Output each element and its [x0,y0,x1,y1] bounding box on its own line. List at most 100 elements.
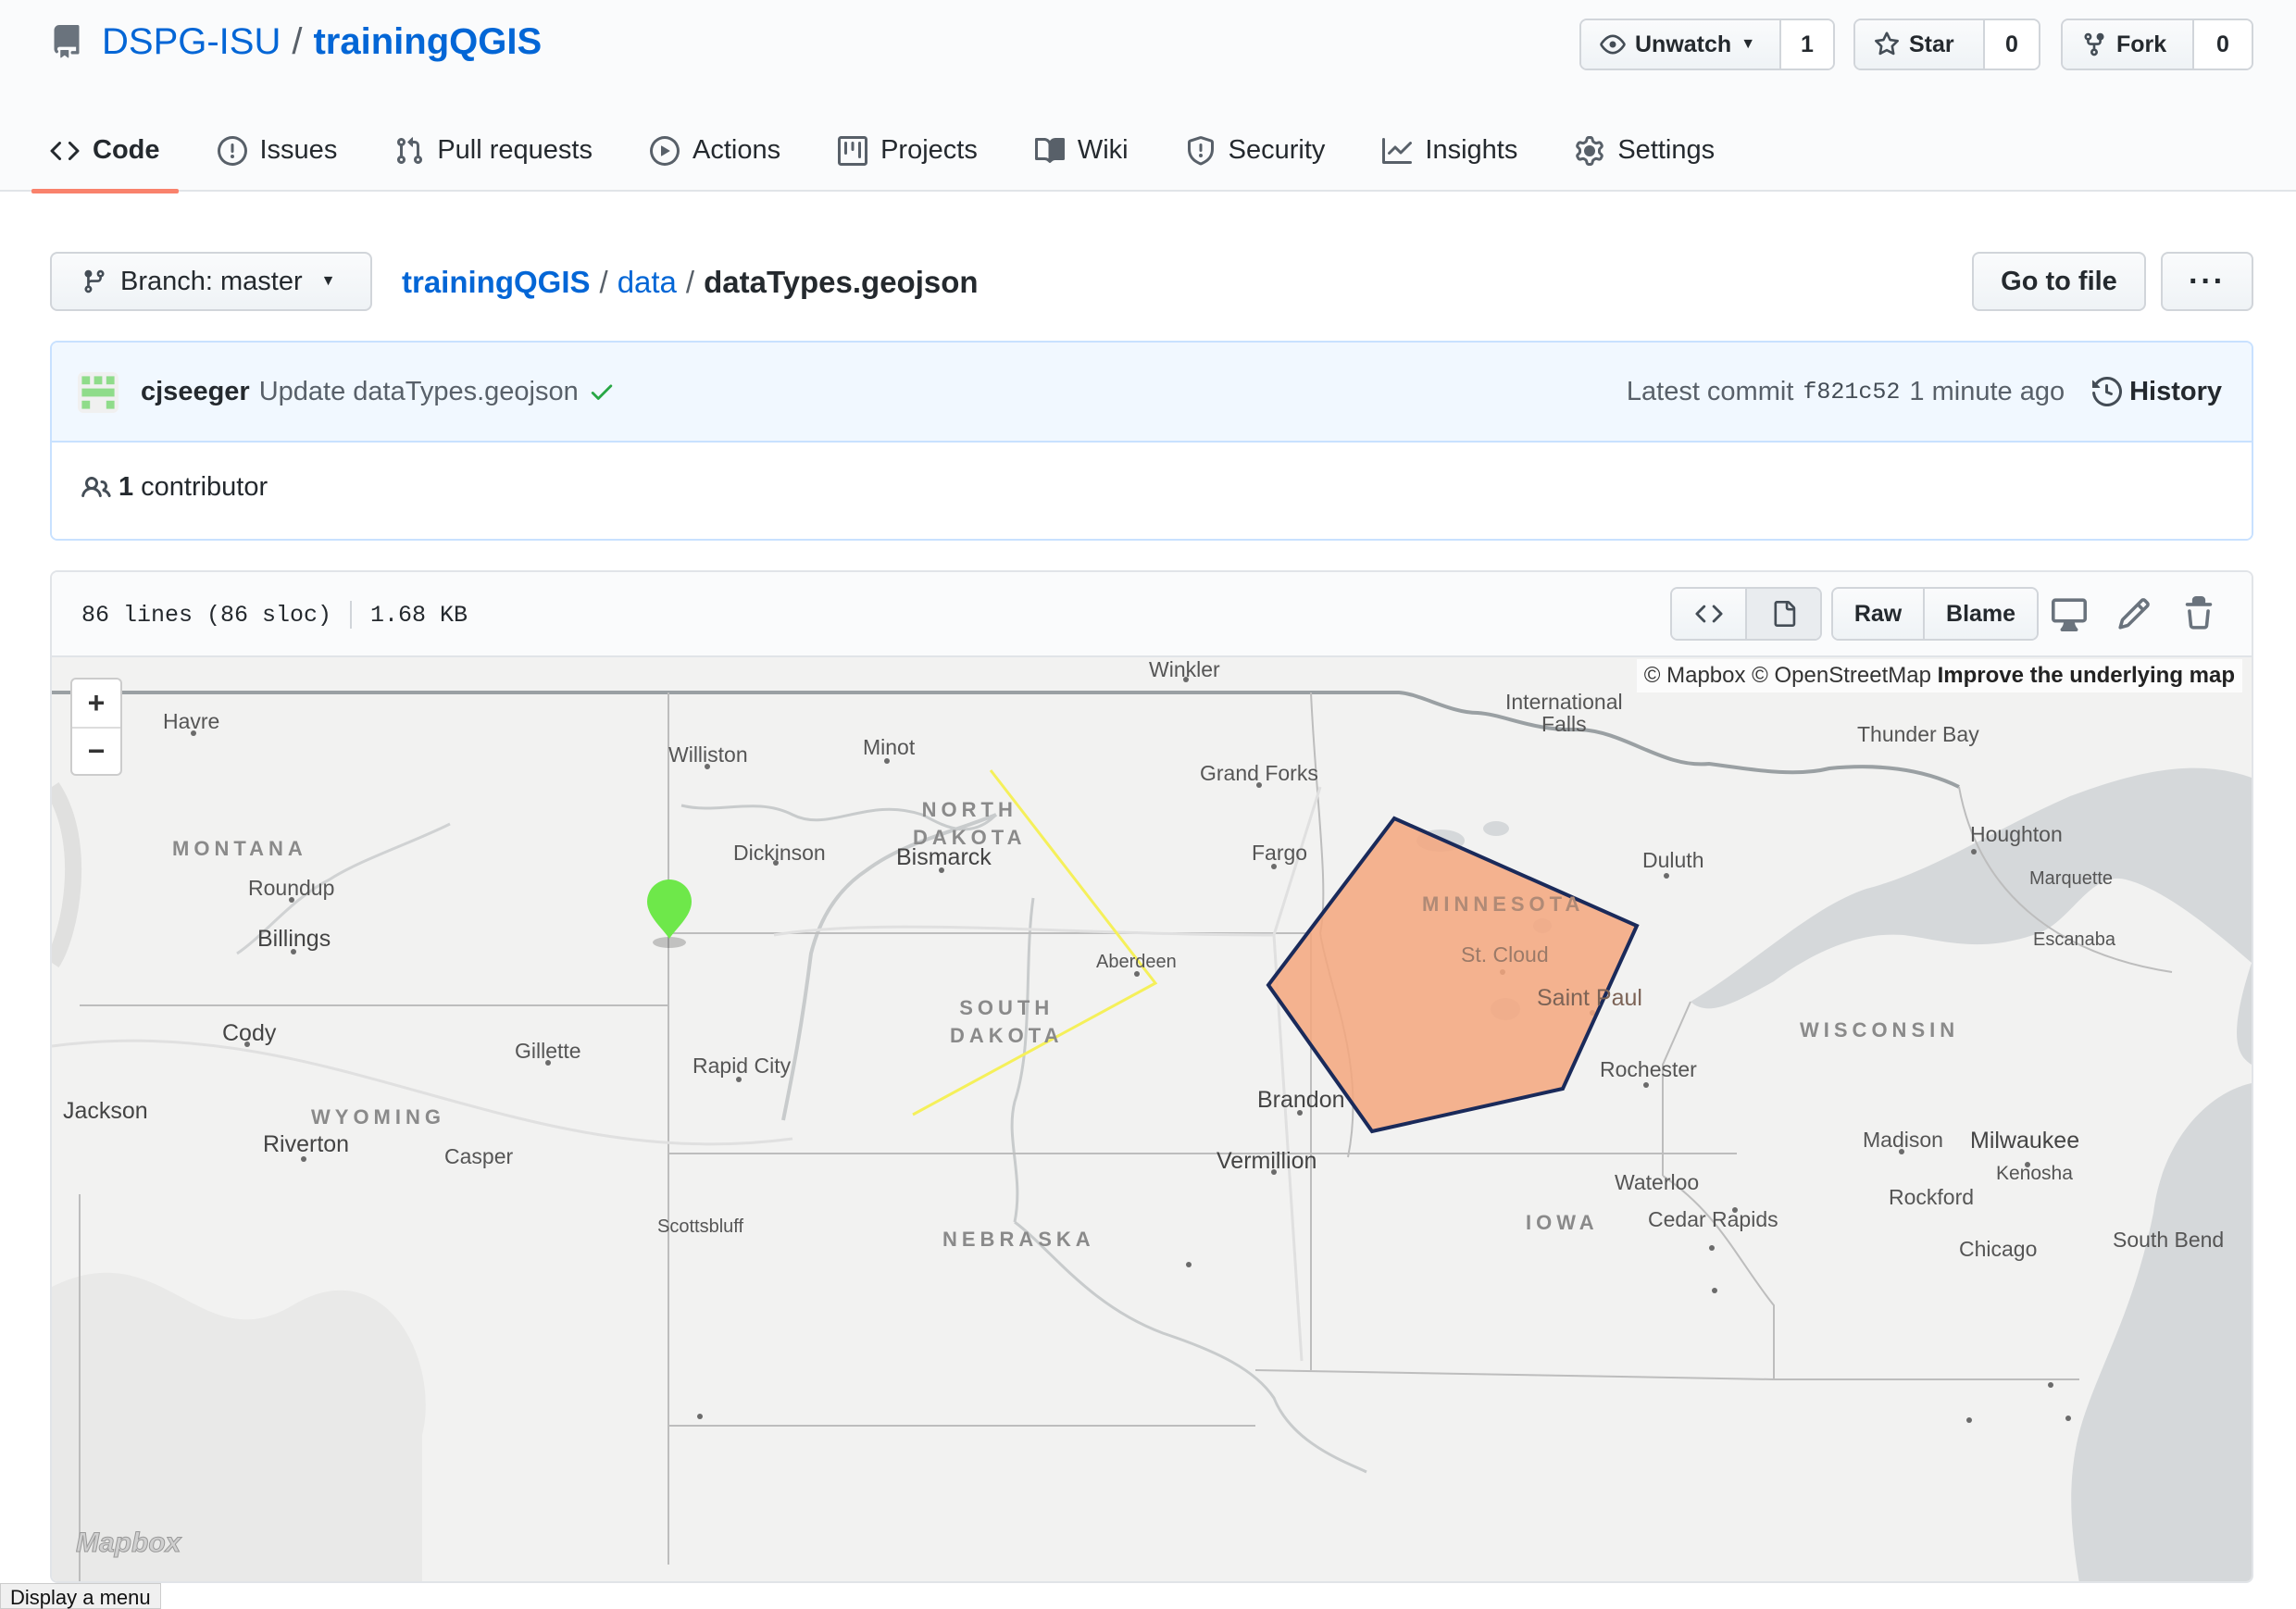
eye-icon [1600,34,1626,55]
missouri-river [1014,1220,1367,1474]
commit-sha-link[interactable]: f821c52 [1803,379,1900,405]
desktop-icon[interactable] [2052,596,2087,631]
fork-icon [2084,32,2104,56]
avatar[interactable] [78,372,119,413]
watch-control: Unwatch ▼ 1 [1579,19,1835,70]
trash-icon[interactable] [2181,596,2216,631]
zoom-in-button[interactable]: + [72,680,120,727]
gear-icon [1576,135,1604,166]
code-icon [1694,605,1723,623]
tab-wiki[interactable]: Wiki [1034,109,1129,192]
map-label-chicago: Chicago [1959,1237,2038,1261]
tab-issues-label: Issues [259,135,338,165]
repo-owner-link[interactable]: DSPG-ISU [102,21,281,63]
tab-pull-requests-label: Pull requests [437,135,593,165]
repo-nav-tabs: Code Issues Pull requests Actions Projec… [31,109,1772,193]
attribution-text[interactable]: © Mapbox © OpenStreetMap [1644,663,1931,688]
map-label-williston: Williston [668,742,748,767]
branch-icon [84,269,105,293]
map-label-roundup: Roundup [248,876,335,900]
tab-projects[interactable]: Projects [838,109,978,192]
file-header: 86 lines (86 sloc) 1.68 KB Raw Blame [52,572,2252,657]
branch-selector[interactable]: Branch: master ▼ [50,252,372,311]
map-label-waterloo: Waterloo [1615,1170,1700,1194]
commit-message-link[interactable]: Update dataTypes.geojson [259,377,579,407]
map-label-grand-forks: Grand Forks [1200,761,1318,785]
star-count[interactable]: 0 [1983,20,2039,69]
international-border [52,691,1960,789]
book-icon [1034,137,1065,163]
map-label-havre: Havre [163,709,220,733]
breadcrumb-file-name: dataTypes.geojson [704,265,979,299]
tab-actions[interactable]: Actions [649,109,781,192]
pencil-icon[interactable] [2116,596,2152,631]
tab-insights[interactable]: Insights [1382,109,1517,192]
fork-count[interactable]: 0 [2192,20,2252,69]
map-label-jackson: Jackson [63,1098,148,1124]
tab-insights-label: Insights [1425,135,1518,165]
watch-count[interactable]: 1 [1779,20,1833,69]
breadcrumb-root-link[interactable]: trainingQGIS [402,265,591,300]
file-lines: 86 lines (86 sloc) [81,601,332,629]
repo-header: DSPG-ISU / trainingQGIS Unwatch ▼ 1 Star… [0,0,2296,193]
commit-author-link[interactable]: cjseeger [141,377,250,407]
star-icon [1875,31,1899,56]
tab-issues[interactable]: Issues [217,109,338,192]
zoom-out-button[interactable]: − [72,727,120,774]
improve-map-link[interactable]: Improve the underlying map [1938,663,2235,688]
more-options-button[interactable]: ··· [2161,252,2253,311]
code-icon [50,141,80,160]
repo-icon [54,25,80,58]
roads [52,786,1322,1362]
map-label-brandon: Brandon [1257,1087,1345,1113]
fork-button[interactable]: Fork [2063,20,2192,69]
tab-settings[interactable]: Settings [1575,109,1715,192]
history-label: History [2129,376,2222,406]
tab-security[interactable]: Security [1186,109,1325,192]
repo-name-link[interactable]: trainingQGIS [313,21,542,63]
map-label-bismarck: Bismarck [896,844,992,870]
map-label-wyoming: WYOMING [311,1105,445,1129]
polygon-feature[interactable] [1266,816,1640,1134]
rendered-view-button[interactable] [1745,589,1820,639]
tab-actions-label: Actions [692,135,781,165]
breadcrumb-separator: / [599,265,608,299]
map-label-north-dakota: NORTH DAKOTA [913,798,1027,849]
file-icon [1774,601,1795,627]
commit-meta: Latest commit f821c52 1 minute ago Histo… [1627,368,2222,415]
project-icon [838,135,868,166]
map-label-cedar-rapids: Cedar Rapids [1648,1207,1778,1231]
geojson-map[interactable]: Winkler International Falls Thunder Bay … [52,657,2252,1581]
tab-pull-requests[interactable]: Pull requests [394,109,593,192]
map-label-minnesota: MINNESOTA [1422,892,1585,916]
map-label-madison: Madison [1863,1128,1943,1152]
tab-code[interactable]: Code [31,109,178,193]
go-to-file-button[interactable]: Go to file [1972,252,2146,311]
contributors[interactable]: 1 contributor [81,472,268,503]
contributors-bar: 1 contributor [52,443,2252,539]
people-icon [81,476,111,497]
mapbox-logo[interactable]: Mapbox [75,1528,181,1559]
map-label-montana: MONTANA [172,837,307,860]
tab-projects-label: Projects [880,135,978,165]
history-link[interactable]: History [2092,377,2222,407]
raw-blame-group: Raw Blame [1831,587,2039,641]
check-icon[interactable] [588,378,616,405]
source-view-button[interactable] [1672,589,1745,639]
map-label-fargo: Fargo [1252,841,1308,865]
map-label-south-bend: South Bend [2113,1228,2225,1252]
map-label-gillette: Gillette [515,1039,581,1063]
point-marker[interactable] [647,879,692,948]
issue-icon [217,135,247,166]
breadcrumb-folder-link[interactable]: data [618,265,677,300]
contributors-label: contributor [141,472,268,502]
raw-button[interactable]: Raw [1833,589,1924,639]
map-label-cody: Cody [222,1020,277,1046]
star-button[interactable]: Star [1855,20,1983,69]
file-info: 86 lines (86 sloc) 1.68 KB [81,594,468,635]
map-label-iowa: IOWA [1526,1211,1599,1234]
map-label-rapid-city: Rapid City [693,1054,792,1078]
blame-button[interactable]: Blame [1923,589,2037,639]
file-viewer: 86 lines (86 sloc) 1.68 KB Raw Blame Win… [50,570,2253,1583]
unwatch-button[interactable]: Unwatch ▼ [1581,20,1779,69]
